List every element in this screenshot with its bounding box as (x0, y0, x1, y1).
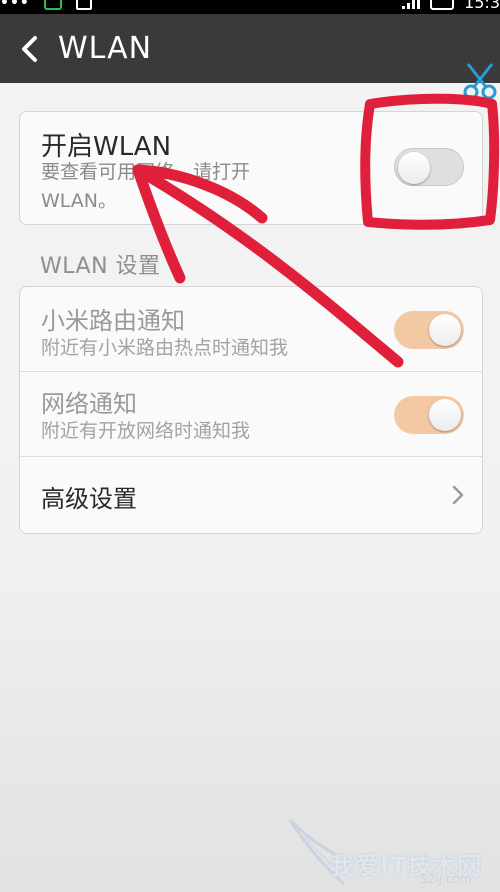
battery-icon (430, 0, 455, 10)
chevron-left-icon[interactable] (18, 32, 40, 66)
toggle-knob (429, 314, 461, 346)
signal-icon (402, 0, 421, 9)
chevron-right-icon (452, 485, 464, 505)
network-notify-row[interactable]: 网络通知 附近有开放网络时通知我 (20, 372, 482, 456)
wlan-settings-card: 小米路由通知 附近有小米路由热点时通知我 网络通知 附近有开放网络时通知我 高级… (19, 286, 483, 534)
wlan-switch-card: 开启WLAN 要查看可用网络，请打开 WLAN。 (19, 111, 483, 225)
router-notify-toggle[interactable] (394, 311, 464, 349)
menu-dots-icon: ••• (0, 0, 30, 11)
xiaomi-router-notify-row[interactable]: 小米路由通知 附近有小米路由热点时通知我 (20, 287, 482, 371)
watermark-url: 52ij.com (420, 872, 472, 886)
toggle-knob (429, 399, 461, 431)
chat-icon (43, 0, 62, 10)
status-bar: ••• 15:3 (0, 0, 500, 14)
scissors-icon[interactable] (462, 62, 498, 106)
status-time: 15:3 (464, 0, 500, 12)
network-notify-toggle[interactable] (394, 396, 464, 434)
page-title: WLAN (58, 31, 153, 66)
row-subtitle: 附近有开放网络时通知我 (41, 420, 251, 442)
row-title: 网络通知 (41, 390, 137, 418)
row-subtitle: 附近有小米路由热点时通知我 (41, 337, 289, 359)
advanced-settings-row[interactable]: 高级设置 (20, 457, 482, 533)
wlan-toggle[interactable] (394, 148, 464, 186)
wlan-switch-title: 开启WLAN (41, 132, 172, 162)
row-title: 高级设置 (41, 485, 137, 513)
wlan-switch-subtitle-2: WLAN。 (41, 190, 118, 212)
title-bar: WLAN (0, 14, 500, 83)
toggle-knob (398, 152, 430, 184)
row-title: 小米路由通知 (41, 307, 185, 335)
wlan-switch-subtitle-1: 要查看可用网络，请打开 (41, 161, 251, 183)
gallery-icon (75, 0, 92, 10)
section-label: WLAN 设置 (40, 254, 161, 279)
